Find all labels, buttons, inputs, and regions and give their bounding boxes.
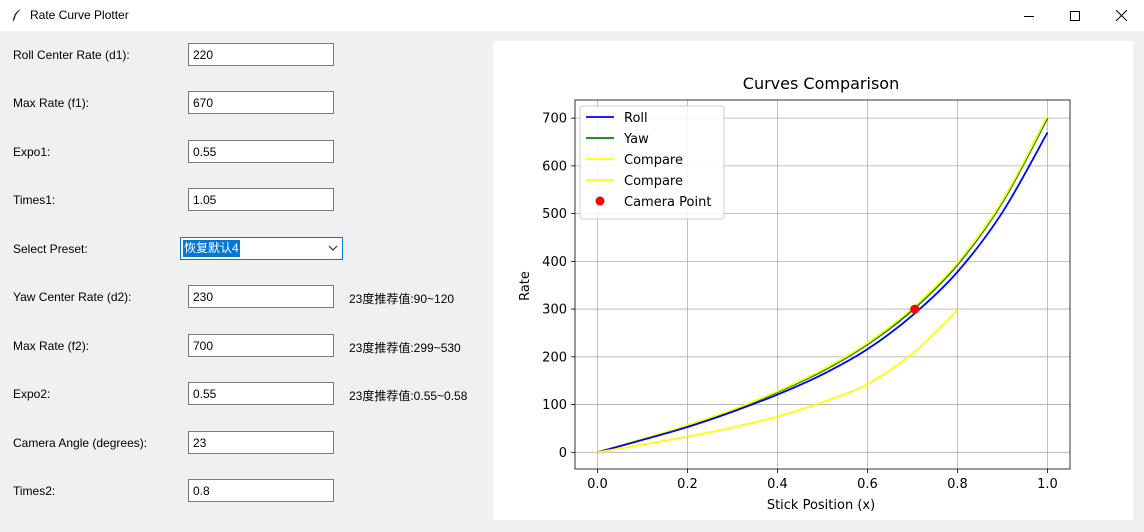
max-rate-f2-label: Max Rate (f2): <box>13 339 90 353</box>
legend-entry-label: Compare <box>624 153 683 168</box>
expo2-hint: 23度推荐值:0.55~0.58 <box>349 389 468 403</box>
y-tick-label: 300 <box>542 303 567 318</box>
preset-select[interactable]: 恢复默认4 <box>180 237 343 260</box>
yaw-center-rate-label: Yaw Center Rate (d2): <box>13 290 132 304</box>
yaw-center-rate-hint: 23度推荐值:90~120 <box>349 292 455 306</box>
times2-label: Times2: <box>13 484 56 498</box>
x-tick-label: 1.0 <box>1037 477 1058 492</box>
camera-angle-label: Camera Angle (degrees): <box>13 436 148 450</box>
y-tick-label: 200 <box>542 350 567 365</box>
y-axis-label: Rate <box>518 271 533 301</box>
yaw-center-rate-input[interactable] <box>188 285 334 308</box>
close-button[interactable] <box>1098 0 1144 31</box>
times2-input[interactable] <box>188 479 334 502</box>
chart-title: Curves Comparison <box>743 74 899 93</box>
chevron-down-icon <box>328 245 338 251</box>
preset-selected-value: 恢复默认4 <box>183 240 240 257</box>
times1-input[interactable] <box>188 188 334 211</box>
legend-entry-label: Roll <box>624 111 648 126</box>
x-tick-label: 0.8 <box>947 477 968 492</box>
select-preset-label: Select Preset: <box>13 242 88 256</box>
legend: Roll Yaw Compare Compare Camera Point <box>579 105 725 220</box>
x-tick-label: 0.4 <box>767 477 788 492</box>
feather-icon <box>12 9 21 22</box>
y-tick-label: 600 <box>542 159 567 174</box>
camera-point-marker <box>910 304 920 314</box>
minimize-icon <box>1024 15 1034 17</box>
x-tick-label: 0.6 <box>857 477 878 492</box>
max-rate-f2-hint: 23度推荐值:299~530 <box>349 341 461 355</box>
x-tick-label: 0.0 <box>587 477 608 492</box>
rate-curve-chart: 0.0 0.2 0.4 0.6 0.8 1.0 0 100 200 300 400 500 600 700… <box>518 74 1071 513</box>
y-tick-label: 100 <box>542 398 567 413</box>
maximize-icon <box>1070 10 1080 21</box>
expo2-input[interactable] <box>188 382 334 405</box>
legend-swatch <box>595 196 605 206</box>
y-tick-label: 0 <box>559 446 567 461</box>
y-tick-label: 500 <box>542 207 567 222</box>
roll-center-rate-label: Roll Center Rate (d1): <box>13 48 130 62</box>
expo2-label: Expo2: <box>13 387 51 401</box>
y-tick-label: 400 <box>542 255 567 270</box>
legend-entry-label: Compare <box>624 174 683 189</box>
x-tick-label: 0.2 <box>677 477 698 492</box>
legend-entry-label: Yaw <box>623 132 649 147</box>
legend-entry-label: Camera Point <box>624 195 711 210</box>
roll-center-rate-input[interactable] <box>188 43 334 66</box>
close-icon <box>1115 10 1127 21</box>
times1-label: Times1: <box>13 193 56 207</box>
y-tick-label: 700 <box>542 112 567 127</box>
x-axis-label: Stick Position (x) <box>767 498 875 513</box>
title-bar: Rate Curve Plotter <box>0 0 1144 31</box>
expo1-input[interactable] <box>188 140 334 163</box>
window-title: Rate Curve Plotter <box>30 8 129 22</box>
expo1-label: Expo1: <box>13 145 51 159</box>
plot-canvas: 0.0 0.2 0.4 0.6 0.8 1.0 0 100 200 300 400 500 600 700… <box>493 41 1133 520</box>
max-rate-f1-input[interactable] <box>188 91 334 114</box>
max-rate-f1-label: Max Rate (f1): <box>13 96 90 110</box>
max-rate-f2-input[interactable] <box>188 334 334 357</box>
maximize-button[interactable] <box>1052 0 1098 31</box>
camera-angle-input[interactable] <box>188 431 334 454</box>
minimize-button[interactable] <box>1006 0 1052 31</box>
